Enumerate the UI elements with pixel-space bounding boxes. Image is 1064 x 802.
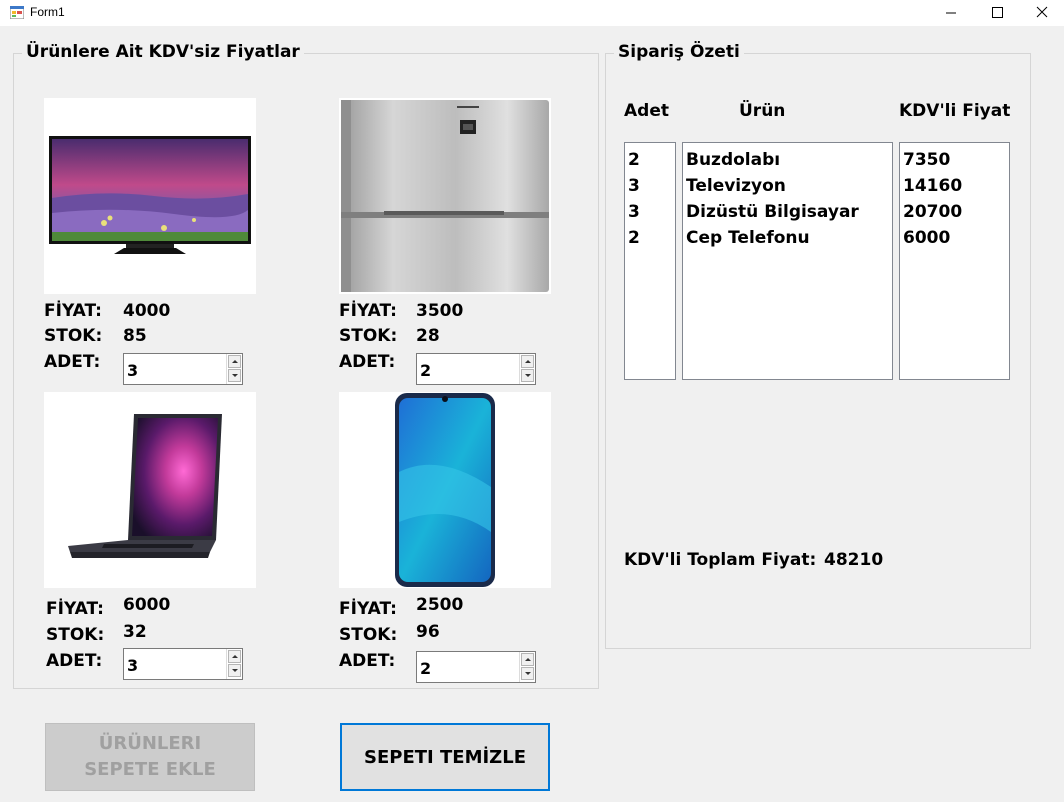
tv-qty-value[interactable]: 3 bbox=[127, 361, 138, 380]
laptop-stock-label: STOK: bbox=[46, 625, 105, 645]
minimize-icon bbox=[946, 12, 956, 14]
fridge-qty-stepper[interactable]: 2 bbox=[416, 353, 536, 385]
spin-up-icon[interactable] bbox=[521, 355, 534, 368]
list-item[interactable]: Buzdolabı bbox=[686, 147, 889, 173]
phone-qty-stepper[interactable]: 2 bbox=[416, 651, 536, 683]
price-column-header: KDV'li Fiyat bbox=[899, 101, 1011, 121]
close-icon bbox=[1036, 6, 1048, 18]
phone-stock-label: STOK: bbox=[339, 625, 398, 645]
close-button[interactable] bbox=[1018, 0, 1064, 26]
laptop-price-value: 6000 bbox=[123, 595, 171, 615]
list-item[interactable]: Cep Telefonu bbox=[686, 225, 889, 251]
tv-qty-label: ADET: bbox=[44, 352, 101, 372]
list-item[interactable]: 6000 bbox=[903, 225, 1006, 251]
maximize-button[interactable] bbox=[974, 0, 1020, 26]
window-title: Form1 bbox=[30, 5, 65, 19]
app-icon bbox=[10, 6, 24, 19]
tv-qty-spin bbox=[226, 354, 242, 384]
total-label: KDV'li Toplam Fiyat: bbox=[624, 550, 817, 570]
fridge-price-value: 3500 bbox=[416, 301, 464, 321]
spin-up-icon[interactable] bbox=[228, 650, 241, 663]
phone-qty-label: ADET: bbox=[339, 651, 396, 671]
maximize-icon bbox=[992, 7, 1003, 18]
list-item[interactable]: 3 bbox=[628, 199, 672, 225]
price-listbox[interactable]: 7350 14160 20700 6000 bbox=[899, 142, 1010, 380]
fridge-stock-value: 28 bbox=[416, 326, 440, 346]
list-item[interactable]: Televizyon bbox=[686, 173, 889, 199]
laptop-price-label: FİYAT: bbox=[46, 599, 104, 619]
list-item[interactable]: 2 bbox=[628, 225, 672, 251]
clear-cart-button[interactable]: SEPETI TEMİZLE bbox=[340, 723, 550, 791]
fridge-price-label: FİYAT: bbox=[339, 301, 397, 321]
list-item[interactable]: 14160 bbox=[903, 173, 1006, 199]
spin-down-icon[interactable] bbox=[228, 664, 241, 677]
list-item[interactable]: Dizüstü Bilgisayar bbox=[686, 199, 889, 225]
phone-price-label: FİYAT: bbox=[339, 599, 397, 619]
list-item[interactable]: 7350 bbox=[903, 147, 1006, 173]
summary-group-title: Sipariş Özeti bbox=[614, 42, 744, 62]
fridge-stock-label: STOK: bbox=[339, 326, 398, 346]
total-value: 48210 bbox=[824, 550, 884, 570]
spin-down-icon[interactable] bbox=[521, 667, 534, 680]
fridge-qty-value[interactable]: 2 bbox=[420, 361, 431, 380]
laptop-qty-spin bbox=[226, 649, 242, 679]
add-to-cart-label: ÜRÜNLERI SEPETE EKLE bbox=[84, 733, 216, 780]
tv-image bbox=[44, 98, 256, 294]
tv-price-label: FİYAT: bbox=[44, 301, 102, 321]
phone-price-value: 2500 bbox=[416, 595, 464, 615]
product-column-header: Ürün bbox=[739, 101, 786, 121]
laptop-stock-value: 32 bbox=[123, 622, 147, 642]
tv-qty-stepper[interactable]: 3 bbox=[123, 353, 243, 385]
products-group-title: Ürünlere Ait KDV'siz Fiyatlar bbox=[22, 42, 304, 62]
spin-down-icon[interactable] bbox=[521, 369, 534, 382]
spin-up-icon[interactable] bbox=[521, 653, 534, 666]
add-to-cart-button[interactable]: ÜRÜNLERI SEPETE EKLE bbox=[45, 723, 255, 791]
list-item[interactable]: 20700 bbox=[903, 199, 1006, 225]
list-item[interactable]: 2 bbox=[628, 147, 672, 173]
phone-image bbox=[339, 392, 551, 588]
phone-qty-value[interactable]: 2 bbox=[420, 659, 431, 678]
tv-price-value: 4000 bbox=[123, 301, 171, 321]
title-bar: Form1 bbox=[0, 0, 1064, 26]
laptop-image bbox=[44, 392, 256, 588]
fridge-qty-spin bbox=[519, 354, 535, 384]
tv-stock-value: 85 bbox=[123, 326, 147, 346]
fridge-qty-label: ADET: bbox=[339, 352, 396, 372]
phone-qty-spin bbox=[519, 652, 535, 682]
clear-cart-label: SEPETI TEMİZLE bbox=[364, 746, 526, 768]
tv-stock-label: STOK: bbox=[44, 326, 103, 346]
spin-down-icon[interactable] bbox=[228, 369, 241, 382]
laptop-qty-value[interactable]: 3 bbox=[127, 656, 138, 675]
fridge-image bbox=[339, 98, 551, 294]
list-item[interactable]: 3 bbox=[628, 173, 672, 199]
qty-listbox[interactable]: 2 3 3 2 bbox=[624, 142, 676, 380]
phone-stock-value: 96 bbox=[416, 622, 440, 642]
spin-up-icon[interactable] bbox=[228, 355, 241, 368]
laptop-qty-stepper[interactable]: 3 bbox=[123, 648, 243, 680]
minimize-button[interactable] bbox=[928, 0, 974, 26]
qty-column-header: Adet bbox=[624, 101, 669, 121]
laptop-qty-label: ADET: bbox=[46, 651, 103, 671]
product-listbox[interactable]: Buzdolabı Televizyon Dizüstü Bilgisayar … bbox=[682, 142, 893, 380]
